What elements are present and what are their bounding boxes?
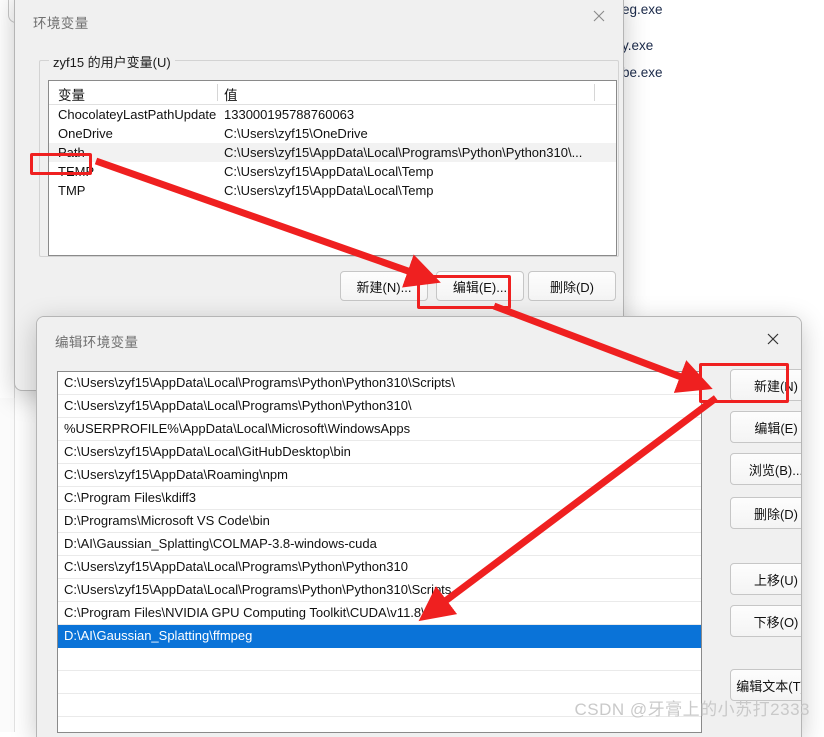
env-dialog-title: 环境变量	[33, 16, 89, 31]
list-item[interactable]: C:\Users\zyf15\AppData\Local\Programs\Py…	[58, 556, 701, 579]
new-variable-button[interactable]: 新建(N)...	[340, 271, 428, 301]
list-item[interactable]: D:\AI\Gaussian_Splatting\COLMAP-3.8-wind…	[58, 533, 701, 556]
table-row[interactable]: TEMP C:\Users\zyf15\AppData\Local\Temp	[49, 162, 616, 181]
list-item[interactable]: C:\Program Files\NVIDIA GPU Computing To…	[58, 602, 701, 625]
background-exe-label-1: eg.exe	[622, 2, 663, 17]
edit-dialog-titlebar: 编辑环境变量	[37, 317, 801, 361]
close-icon[interactable]	[576, 0, 621, 32]
list-item[interactable]: C:\Program Files\kdiff3	[58, 487, 701, 510]
variable-name: TEMP	[58, 164, 95, 179]
variable-name: TMP	[58, 183, 86, 198]
background-left-panel-lower	[0, 398, 15, 732]
list-item[interactable]: C:\Users\zyf15\AppData\Local\Programs\Py…	[58, 395, 701, 418]
variable-value: C:\Users\zyf15\AppData\Local\Temp	[224, 183, 434, 198]
list-item-selected[interactable]: D:\AI\Gaussian_Splatting\ffmpeg	[58, 625, 701, 648]
background-left-panel	[0, 0, 15, 398]
variable-name: ChocolateyLastPathUpdate	[58, 107, 217, 122]
delete-variable-button[interactable]: 删除(D)	[528, 271, 616, 301]
user-variables-group-label: zyf15 的用户变量(U)	[49, 52, 175, 71]
table-row[interactable]: OneDrive C:\Users\zyf15\OneDrive	[49, 124, 616, 143]
list-item[interactable]: %USERPROFILE%\AppData\Local\Microsoft\Wi…	[58, 418, 701, 441]
column-header-value[interactable]: 值	[224, 84, 238, 104]
column-divider-right[interactable]	[594, 84, 595, 101]
edit-dialog-title: 编辑环境变量	[55, 335, 139, 350]
list-item[interactable]: C:\Users\zyf15\AppData\Local\Programs\Py…	[58, 372, 701, 395]
edit-variable-button[interactable]: 编辑(E)...	[436, 271, 524, 301]
list-item[interactable]: D:\Programs\Microsoft VS Code\bin	[58, 510, 701, 533]
variable-value: C:\Users\zyf15\AppData\Local\Temp	[224, 164, 434, 179]
table-row[interactable]: ChocolateyLastPathUpdate 133000195788760…	[49, 105, 616, 124]
background-exe-label-3: be.exe	[622, 65, 663, 80]
path-move-down-button[interactable]: 下移(O)	[730, 605, 801, 637]
list-item-empty[interactable]	[58, 671, 701, 694]
path-entries-listbox[interactable]: C:\Users\zyf15\AppData\Local\Programs\Py…	[57, 371, 702, 733]
listview-header: 变量 值	[49, 81, 616, 105]
column-divider[interactable]	[217, 84, 218, 101]
table-row[interactable]: TMP C:\Users\zyf15\AppData\Local\Temp	[49, 181, 616, 200]
variable-value: C:\Users\zyf15\AppData\Local\Programs\Py…	[224, 145, 583, 160]
variable-name: OneDrive	[58, 126, 113, 141]
column-header-variable[interactable]: 变量	[58, 84, 85, 104]
list-item-empty[interactable]	[58, 648, 701, 671]
csdn-watermark: CSDN @牙膏上的小苏打2333	[574, 700, 810, 719]
list-item[interactable]: C:\Users\zyf15\AppData\Roaming\npm	[58, 464, 701, 487]
path-browse-button[interactable]: 浏览(B)...	[730, 453, 801, 485]
env-dialog-titlebar: 环境变量	[15, 0, 623, 44]
path-new-button[interactable]: 新建(N)	[730, 369, 801, 401]
list-item[interactable]: C:\Users\zyf15\AppData\Local\Programs\Py…	[58, 579, 701, 602]
path-delete-button[interactable]: 删除(D)	[730, 497, 801, 529]
background-exe-label-2: y.exe	[622, 38, 654, 53]
path-edit-button[interactable]: 编辑(E)	[730, 411, 801, 443]
table-row-path[interactable]: Path C:\Users\zyf15\AppData\Local\Progra…	[49, 143, 616, 162]
path-move-up-button[interactable]: 上移(U)	[730, 563, 801, 595]
list-item[interactable]: C:\Users\zyf15\AppData\Local\GitHubDeskt…	[58, 441, 701, 464]
close-icon[interactable]	[750, 323, 795, 355]
variable-name: Path	[58, 145, 85, 160]
user-variables-listview[interactable]: 变量 值 ChocolateyLastPathUpdate 1330001957…	[48, 80, 617, 256]
variable-value: 133000195788760063	[224, 107, 355, 122]
variable-value: C:\Users\zyf15\OneDrive	[224, 126, 368, 141]
edit-environment-variable-dialog: 编辑环境变量 C:\Users\zyf15\AppData\Local\Prog…	[36, 316, 802, 737]
